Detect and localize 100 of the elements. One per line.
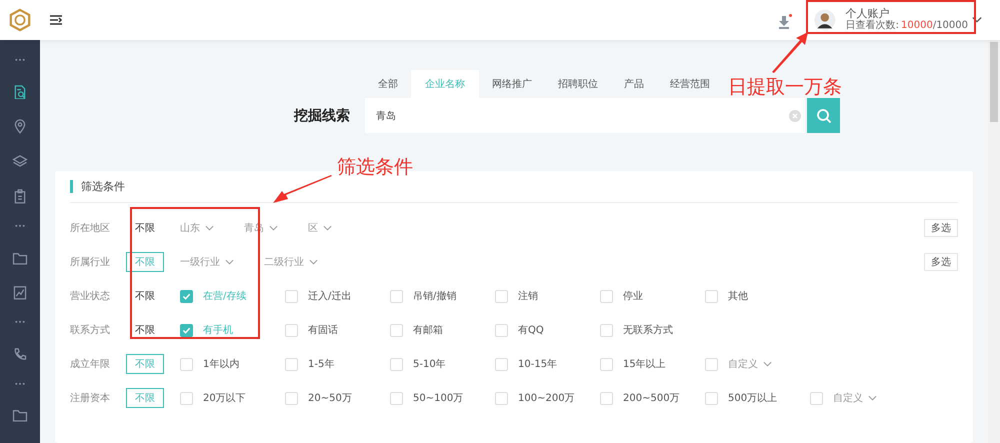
- document-search-icon[interactable]: [12, 84, 28, 100]
- chevron-down-icon: [868, 395, 877, 401]
- checkbox[interactable]: [600, 324, 613, 336]
- location-pin-icon[interactable]: [12, 119, 28, 134]
- checkbox[interactable]: [705, 392, 718, 404]
- checkbox-label[interactable]: 注销: [518, 289, 538, 303]
- checkbox-label[interactable]: 吊销/撤销: [413, 289, 456, 303]
- more-dots-icon: [14, 320, 26, 324]
- checkbox[interactable]: [495, 358, 508, 370]
- filter-label: 联系方式: [70, 324, 111, 337]
- chevron-down-icon: [269, 225, 278, 231]
- checkbox[interactable]: [600, 290, 613, 302]
- folder-icon[interactable]: [12, 250, 28, 266]
- annotation-arrow: [272, 175, 334, 205]
- multi-select-button[interactable]: 多选: [924, 219, 958, 237]
- clipboard-icon[interactable]: [12, 189, 28, 204]
- unlimited-option[interactable]: 不限: [126, 286, 164, 306]
- checkbox[interactable]: [705, 290, 718, 302]
- checkbox[interactable]: [600, 358, 613, 370]
- more-dots-icon: [14, 58, 26, 62]
- filter-label: 所属行业: [70, 256, 111, 269]
- checkbox-label[interactable]: 5-10年: [413, 357, 446, 371]
- search-icon: [816, 108, 832, 124]
- checkbox-label[interactable]: 其他: [728, 289, 748, 303]
- search-tab[interactable]: 产品: [611, 70, 657, 98]
- checkbox[interactable]: [285, 290, 298, 302]
- chevron-down-icon: [323, 225, 332, 231]
- chevron-down-icon: [763, 361, 772, 367]
- quota-limit: /10000: [932, 20, 968, 32]
- logo-icon: [9, 8, 31, 32]
- checkbox-label[interactable]: 1-5年: [308, 357, 334, 371]
- checkbox-label[interactable]: 200~500万: [623, 391, 680, 405]
- checkbox[interactable]: [600, 392, 613, 404]
- folder-icon[interactable]: [12, 408, 28, 423]
- search-tab[interactable]: 招聘职位: [545, 70, 611, 98]
- annotation-arrow: [770, 30, 810, 74]
- checkbox[interactable]: [810, 392, 823, 404]
- checkbox[interactable]: [180, 290, 193, 302]
- search-tab[interactable]: 网络推广: [479, 70, 545, 98]
- checkbox[interactable]: [390, 392, 403, 404]
- checkbox[interactable]: [180, 358, 193, 370]
- checkbox-label[interactable]: 停业: [623, 289, 643, 303]
- search-title: 挖掘线索: [294, 106, 350, 124]
- checkbox-label[interactable]: 无联系方式: [623, 323, 673, 337]
- unlimited-option[interactable]: 不限: [126, 218, 164, 238]
- checkbox-label[interactable]: 100~200万: [518, 391, 575, 405]
- filter-label: 所在地区: [70, 222, 111, 235]
- chart-clipboard-icon[interactable]: [12, 285, 28, 300]
- filter-label: 注册资本: [70, 392, 111, 405]
- menu-toggle-icon[interactable]: [49, 14, 63, 26]
- chevron-down-icon[interactable]: [972, 16, 982, 24]
- scrollbar[interactable]: [988, 40, 1000, 443]
- checkbox[interactable]: [180, 324, 193, 336]
- multi-select-button[interactable]: 多选: [924, 253, 958, 271]
- checkbox[interactable]: [705, 358, 718, 370]
- chevron-down-icon: [225, 259, 234, 265]
- checkbox[interactable]: [390, 358, 403, 370]
- phone-icon[interactable]: [12, 346, 28, 362]
- checkbox[interactable]: [495, 324, 508, 336]
- search-field[interactable]: 青岛: [365, 98, 805, 133]
- more-dots-icon: [14, 382, 26, 386]
- scrollbar-thumb[interactable]: [990, 42, 998, 122]
- layers-icon[interactable]: [12, 154, 28, 170]
- download-icon[interactable]: [776, 14, 792, 30]
- checkbox-label[interactable]: 20万以下: [203, 391, 246, 405]
- avatar-icon[interactable]: [814, 7, 836, 33]
- checkbox-label[interactable]: 1年以内: [203, 357, 240, 371]
- account-name[interactable]: 个人账户: [846, 8, 968, 20]
- unlimited-option[interactable]: 不限: [126, 320, 164, 340]
- checkbox[interactable]: [285, 392, 298, 404]
- checkbox[interactable]: [495, 392, 508, 404]
- annotation-text: 筛选条件: [337, 155, 413, 180]
- checkbox[interactable]: [180, 392, 193, 404]
- quota-label: 日查看次数:: [846, 20, 900, 32]
- search-tab[interactable]: 经营范围: [657, 70, 723, 98]
- checkbox-label[interactable]: 有QQ: [518, 323, 544, 337]
- checkbox-label[interactable]: 15年以上: [623, 357, 666, 371]
- chevron-down-icon: [205, 225, 214, 231]
- checkbox-label[interactable]: 有邮箱: [413, 323, 443, 337]
- checkbox-label[interactable]: 10-15年: [518, 357, 558, 371]
- checkbox-label[interactable]: 50~100万: [413, 391, 464, 405]
- more-dots-icon: [14, 224, 26, 228]
- checkbox[interactable]: [495, 290, 508, 302]
- search-button[interactable]: [807, 98, 840, 133]
- checkbox[interactable]: [285, 358, 298, 370]
- search-tab[interactable]: 全部: [365, 70, 411, 98]
- checkbox-label[interactable]: 500万以上: [728, 391, 778, 405]
- checkbox-label[interactable]: 20~50万: [308, 391, 352, 405]
- checkbox-label[interactable]: 有固话: [308, 323, 338, 337]
- checkbox[interactable]: [285, 324, 298, 336]
- checkbox[interactable]: [390, 324, 403, 336]
- checkbox[interactable]: [390, 290, 403, 302]
- annotation-text: 日提取一万条: [728, 75, 842, 100]
- checkbox-label[interactable]: 迁入/迁出: [308, 289, 352, 303]
- filter-title: 筛选条件: [81, 179, 125, 194]
- filter-label: 成立年限: [70, 358, 111, 371]
- filter-label: 营业状态: [70, 290, 111, 303]
- accent-bar: [70, 180, 73, 193]
- quota-used: 10000: [901, 20, 933, 32]
- clear-icon[interactable]: [789, 110, 801, 122]
